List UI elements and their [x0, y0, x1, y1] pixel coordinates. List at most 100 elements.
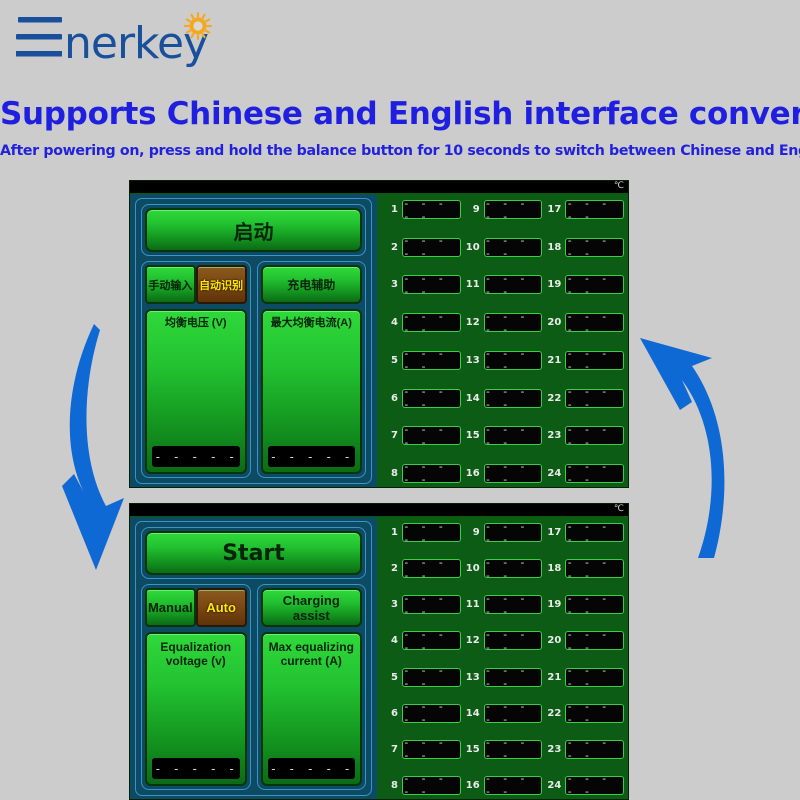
cell-voltage-value: - - - - - [402, 310, 461, 336]
cell-voltage-row: 18- - - - - [544, 234, 625, 260]
input-mode-segmented-cn: 手动输入 自动识别 [145, 265, 247, 304]
cell-index: 4 [391, 317, 398, 329]
temperature-unit-icon: ℃ [613, 181, 624, 191]
cell-voltage-row: 14- - - - - [463, 700, 543, 726]
cell-index: 21 [547, 671, 562, 683]
equalization-voltage-label-en: Equalization voltage (v) [160, 640, 232, 668]
cell-voltage-value: - - - - - [565, 347, 625, 373]
cell-voltage-value: - - - - - [402, 736, 461, 762]
start-button-en[interactable]: Start [145, 531, 362, 575]
cell-voltage-row: 11- - - - - [463, 272, 543, 298]
charging-assist-button-cn[interactable]: 充电辅助 [260, 265, 362, 304]
cell-index: 6 [391, 707, 398, 719]
cell-voltage-value: - - - - - [402, 197, 461, 223]
enerkey-logo: nerkey [14, 8, 229, 70]
start-button-cn[interactable]: 启动 [145, 208, 362, 252]
cell-voltage-row: 9- - - - - [463, 197, 543, 223]
cell-voltage-value: - - - - - [402, 772, 461, 798]
cell-voltage-value: - - - - - [402, 460, 461, 486]
cell-voltage-value: - - - - - [483, 736, 543, 762]
cell-index: 9 [472, 204, 480, 215]
cell-voltage-row: 8 - - - - - [381, 772, 461, 798]
mode-auto-button-cn[interactable]: 自动识别 [195, 265, 247, 304]
cell-voltage-row: 3 - - - - - [381, 272, 461, 298]
page-subheadline: After powering on, press and hold the ba… [0, 143, 800, 159]
cell-index: 11 [465, 279, 480, 291]
cell-voltage-grid-cn: 1 - - - - - 2 - - - - - 3 - - - - - 4 - - - - -… [377, 194, 628, 487]
page-headline: Supports Chinese and English interface c… [0, 96, 800, 132]
cell-voltage-row: 9- - - - - [463, 520, 543, 546]
cell-voltage-value: - - - - - [565, 385, 625, 411]
cell-index: 12 [465, 635, 480, 647]
cell-voltage-row: 18- - - - - [544, 556, 625, 582]
cell-voltage-column: 17- - - - -18- - - - -19- - - - -20- - -… [544, 520, 625, 798]
cell-index: 10 [465, 563, 480, 575]
max-equalizing-current-field-en[interactable]: Max equalizing current (A) - - - - - [260, 632, 362, 786]
cell-voltage-value: - - - - - [402, 592, 461, 618]
equalization-voltage-field-cn[interactable]: 均衡电压 (V) - - - - - [145, 309, 247, 474]
cell-voltage-row: 11- - - - - [463, 592, 543, 618]
enerkey-logo-mark: nerkey [16, 11, 213, 69]
cell-voltage-row: 15- - - - - [463, 423, 543, 449]
cell-index: 2 [391, 563, 398, 575]
panel-titlebar-cn: ℃ [130, 181, 628, 194]
cell-index: 13 [465, 671, 480, 683]
cell-index: 3 [391, 599, 398, 611]
cell-index: 14 [465, 707, 480, 719]
cell-index: 16 [465, 779, 480, 791]
cell-voltage-value: - - - - - [483, 772, 543, 798]
cell-voltage-row: 12- - - - - [463, 628, 543, 654]
cell-index: 24 [547, 779, 562, 791]
max-equalizing-current-value-cn: - - - - - [267, 446, 355, 467]
mode-manual-button-en[interactable]: Manual [145, 588, 196, 627]
cell-index: 10 [465, 241, 480, 253]
cell-voltage-value: - - - - - [565, 272, 625, 298]
max-equalizing-current-field-cn[interactable]: 最大均衡电流(A) - - - - - [260, 309, 362, 474]
max-equalizing-current-value-en: - - - - - [267, 758, 355, 779]
charging-assist-button-en[interactable]: Charging assist [260, 588, 362, 627]
cell-voltage-row: 23- - - - - [544, 423, 625, 449]
cell-voltage-row: 7 - - - - - [381, 423, 461, 449]
equalization-voltage-value-cn: - - - - - [152, 446, 240, 467]
cell-voltage-column: 1 - - - - - 2 - - - - - 3 - - - - - 4 - - - - -… [381, 520, 461, 798]
cell-voltage-value: - - - - - [565, 310, 625, 336]
cell-voltage-column: 9- - - - -10- - - - -11- - - - -12- - - … [463, 197, 543, 486]
cell-voltage-value: - - - - - [483, 700, 543, 726]
cell-index: 13 [465, 354, 480, 366]
cell-voltage-value: - - - - - [483, 664, 543, 690]
cell-voltage-row: 2 - - - - - [381, 556, 461, 582]
cell-voltage-value: - - - - - [483, 556, 543, 582]
cell-index: 1 [391, 204, 398, 215]
equalization-voltage-label-cn: 均衡电压 (V) [164, 317, 227, 329]
cell-index: 22 [547, 392, 562, 404]
cell-index: 14 [465, 392, 480, 404]
cell-index: 9 [472, 527, 480, 538]
cell-voltage-row: 5 - - - - - [381, 347, 461, 373]
cell-index: 22 [547, 707, 562, 719]
cell-voltage-value: - - - - - [483, 592, 543, 618]
cell-voltage-row: 21- - - - - [544, 664, 625, 690]
cell-index: 7 [391, 743, 398, 755]
cell-voltage-value: - - - - - [565, 736, 625, 762]
control-col-left-cn: 手动输入 自动识别 均衡电压 (V) - - - - - [141, 261, 251, 478]
cell-index: 1 [391, 527, 398, 538]
cell-voltage-value: - - - - - [402, 234, 461, 260]
control-col-right-cn: 充电辅助 最大均衡电流(A) - - - - - [256, 261, 366, 478]
equalization-voltage-field-en[interactable]: Equalization voltage (v) - - - - - [145, 632, 247, 786]
cell-voltage-value: - - - - - [402, 520, 461, 546]
cell-index: 20 [547, 635, 562, 647]
mode-manual-button-cn[interactable]: 手动输入 [145, 265, 196, 304]
cell-voltage-row: 24- - - - - [544, 460, 625, 486]
hmi-panel-english: ℃ Start Manual Auto Equalization voltage… [129, 503, 629, 800]
cell-voltage-value: - - - - - [483, 347, 543, 373]
cell-voltage-value: - - - - - [565, 197, 625, 223]
cell-index: 15 [465, 430, 480, 442]
cell-index: 8 [391, 779, 398, 791]
cell-index: 7 [391, 430, 398, 442]
cell-voltage-value: - - - - - [402, 628, 461, 654]
mode-auto-button-en[interactable]: Auto [195, 588, 247, 627]
cell-voltage-value: - - - - - [402, 664, 461, 690]
control-column-cn: 启动 手动输入 自动识别 均衡电压 (V) - - - - - 充电辅助 最大均… [130, 194, 377, 487]
input-mode-segmented-en: Manual Auto [145, 588, 247, 627]
cell-voltage-value: - - - - - [402, 556, 461, 582]
